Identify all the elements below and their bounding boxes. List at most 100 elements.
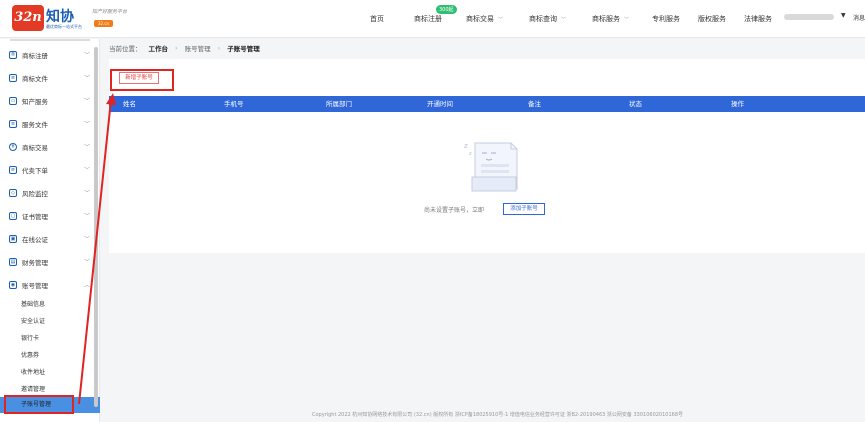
registration-icon: ® xyxy=(9,50,17,59)
chevron-down-icon: ﹀ xyxy=(83,236,90,243)
nav-label: 版权服务 xyxy=(698,15,726,23)
column-header-department: 所属部门 xyxy=(326,100,352,108)
svg-text:z: z xyxy=(464,142,468,150)
sidebar-subitem-coupons[interactable]: 优惠券 xyxy=(0,348,100,364)
sidebar-item-ip-services[interactable]: ▭ 知产服务 ﹀ xyxy=(0,89,100,112)
promo-badge: 300起 xyxy=(436,5,457,14)
breadcrumb-prefix: 当前位置： xyxy=(109,45,142,53)
logo-subtitle: 最优商标一站式平台 xyxy=(46,24,82,29)
empty-state-text: 尚未设置子账号，立即 xyxy=(424,207,485,214)
chevron-down-icon: ﹀ xyxy=(83,144,90,151)
sidebar-item-label: 商标文件 xyxy=(22,74,48,83)
exchange-icon: ¥ xyxy=(9,142,17,151)
messages-link[interactable]: 消息 xyxy=(853,13,865,22)
nav-label: 商标查询 xyxy=(529,15,557,23)
nav-trademark-services[interactable]: 商标服务 ﹀ xyxy=(592,14,652,24)
sidebar-subitem-basic-info[interactable]: 基础信息 xyxy=(0,297,100,313)
sidebar-item-certificate-management[interactable]: ▢ 证书管理 ﹀ xyxy=(0,204,100,227)
top-header: 32n 知协 最优商标一站式平台 知产好服务平台 32.cn 首页 商标注册 3… xyxy=(0,0,865,38)
sidebar-item-trademark-files[interactable]: ≡ 商标文件 ﹀ xyxy=(0,66,100,89)
logo-badge: 32n xyxy=(12,5,44,31)
file-icon: ≡ xyxy=(9,119,17,128)
sidebar-top-divider xyxy=(10,39,90,41)
wallet-icon: ▤ xyxy=(9,257,17,266)
sidebar-item-trademark-trade[interactable]: ¥ 商标交易 ﹀ xyxy=(0,135,100,158)
breadcrumb-current: 子账号管理 xyxy=(227,45,260,53)
briefcase-icon: ▭ xyxy=(9,96,17,105)
sidebar-scrollbar[interactable] xyxy=(94,47,98,407)
sidebar-item-service-files[interactable]: ≡ 服务文件 ﹀ xyxy=(0,112,100,135)
breadcrumb-separator-icon: › xyxy=(217,44,221,52)
nav-trademark-search[interactable]: 商标查询 ﹀ xyxy=(529,14,592,24)
nav-home[interactable]: 首页 xyxy=(370,14,414,24)
sidebar-item-risk-monitoring[interactable]: ◇ 风险监控 ﹀ xyxy=(0,181,100,204)
sidebar-item-label: 商标注册 xyxy=(22,51,48,60)
footer-copyright: Copyright 2022 杭州知协网络技术有限公司 (32.cn) 版权所有… xyxy=(311,412,684,418)
sidebar-subitem-bank-card[interactable]: 银行卡 xyxy=(0,331,100,347)
user-menu-caret-icon[interactable]: ▼ xyxy=(841,12,846,19)
table-header: 姓名 手机号 所属部门 开通时间 备注 状态 操作 xyxy=(109,96,865,112)
svg-text:z: z xyxy=(469,151,472,157)
chevron-down-icon: ﹀ xyxy=(83,213,90,220)
nav-label: 商标服务 xyxy=(592,15,620,23)
logo-slogan: 知产好服务平台 xyxy=(92,9,128,15)
column-header-phone: 手机号 xyxy=(224,100,244,108)
sidebar-subitem-address[interactable]: 收件地址 xyxy=(0,365,100,381)
sidebar-item-label: 在线公证 xyxy=(22,235,48,244)
add-sub-account-link-button[interactable]: 添加子账号 xyxy=(503,203,545,215)
logo-text: 知协 xyxy=(46,9,74,25)
sidebar-item-proxy-order[interactable]: ≡ 代卖下单 ﹀ xyxy=(0,158,100,181)
document-icon: ≡ xyxy=(9,73,17,82)
sidebar-item-label: 风险监控 xyxy=(22,189,48,198)
chevron-down-icon: ﹀ xyxy=(624,16,630,23)
chevron-down-icon: ﹀ xyxy=(498,16,504,23)
empty-state-illustration: z z xyxy=(464,142,518,192)
breadcrumb-account-management[interactable]: 账号管理 xyxy=(185,43,211,53)
column-header-status: 状态 xyxy=(629,100,642,108)
logo-domain-tag: 32.cn xyxy=(94,20,114,27)
sidebar: ® 商标注册 ﹀ ≡ 商标文件 ﹀ ▭ 知产服务 ﹀ ≡ 服务文件 ﹀ ¥ 商标… xyxy=(0,39,100,422)
chevron-down-icon: ﹀ xyxy=(83,98,90,105)
sidebar-item-label: 商标交易 xyxy=(22,143,48,152)
breadcrumb: 当前位置： 工作台 › 账号管理 › 子账号管理 xyxy=(109,43,260,53)
username-blurred[interactable] xyxy=(784,14,834,20)
column-header-open-time: 开通时间 xyxy=(427,100,453,108)
sidebar-item-label: 账号管理 xyxy=(22,281,48,290)
column-header-remark: 备注 xyxy=(528,100,541,108)
sidebar-subitem-invitations[interactable]: 邀请管理 xyxy=(0,382,100,398)
nav-trademark-registration[interactable]: 商标注册 300起 xyxy=(414,5,466,24)
chevron-down-icon: ﹀ xyxy=(83,259,90,266)
certificate-icon: ▢ xyxy=(9,211,17,220)
nav-patent-services[interactable]: 专利服务 xyxy=(652,14,698,24)
notary-icon: ▣ xyxy=(9,234,17,243)
sidebar-item-account-management[interactable]: ◉ 账号管理 ︿ xyxy=(0,273,100,296)
breadcrumb-workspace[interactable]: 工作台 xyxy=(149,43,169,53)
site-logo[interactable]: 32n 知协 最优商标一站式平台 知产好服务平台 32.cn xyxy=(12,5,132,33)
chevron-down-icon: ﹀ xyxy=(83,190,90,197)
order-icon: ≡ xyxy=(9,165,17,174)
user-icon: ◉ xyxy=(9,280,17,289)
breadcrumb-separator-icon: › xyxy=(175,44,178,52)
sidebar-item-finance-management[interactable]: ▤ 财务管理 ﹀ xyxy=(0,250,100,273)
nav-trademark-trade[interactable]: 商标交易 ﹀ xyxy=(466,14,529,24)
chevron-down-icon: ﹀ xyxy=(83,75,90,82)
column-header-name: 姓名 xyxy=(123,100,136,108)
chevron-down-icon: ﹀ xyxy=(561,16,567,23)
nav-label: 首页 xyxy=(370,15,384,23)
nav-copyright-services[interactable]: 版权服务 xyxy=(698,14,744,24)
sidebar-item-online-notarization[interactable]: ▣ 在线公证 ﹀ xyxy=(0,227,100,250)
sidebar-item-label: 财务管理 xyxy=(22,258,48,267)
nav-label: 商标注册 xyxy=(414,15,442,23)
chevron-down-icon: ﹀ xyxy=(83,167,90,174)
chevron-down-icon: ﹀ xyxy=(83,121,90,128)
shield-icon: ◇ xyxy=(9,188,17,197)
chevron-up-icon: ︿ xyxy=(83,282,90,289)
main-nav: 首页 商标注册 300起 商标交易 ﹀ 商标查询 ﹀ 商标服务 ﹀ 专利服务 版… xyxy=(370,0,790,38)
nav-label: 法律服务 xyxy=(744,15,772,23)
chevron-down-icon: ﹀ xyxy=(83,52,90,59)
column-header-actions: 操作 xyxy=(731,100,744,108)
sidebar-item-label: 服务文件 xyxy=(22,120,48,129)
sidebar-subitem-security[interactable]: 安全认证 xyxy=(0,314,100,330)
sidebar-item-trademark-registration[interactable]: ® 商标注册 ﹀ xyxy=(0,43,100,66)
nav-label: 商标交易 xyxy=(466,15,494,23)
